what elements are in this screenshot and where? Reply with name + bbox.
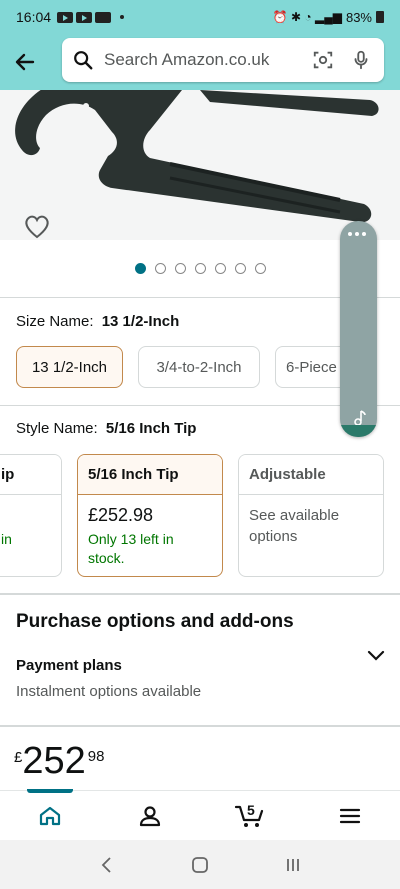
style-card-note: See available options [249,507,340,545]
style-card-partial[interactable]: ip in [0,454,62,577]
style-card-title: Adjustable [239,455,383,495]
purchase-options-heading: Purchase options and add-ons [16,611,294,632]
size-option-label: 6-Piece [286,358,337,376]
carousel-dot[interactable] [215,263,226,274]
signal-icons: ⏰ ✱ ◔ ▂▄▆ [272,10,342,24]
carousel-dot[interactable] [175,263,186,274]
style-card-price: £252.98 [88,505,154,525]
carousel-dot[interactable] [195,263,206,274]
price-fraction: 98 [87,748,105,765]
image-carousel-indicator[interactable] [135,263,266,274]
payment-plans-subtitle: Instalment options available [16,683,202,700]
youtube-icon [57,11,74,23]
floating-media-widget[interactable] [340,221,377,437]
style-card-title: ip [0,455,61,495]
divider [0,593,400,595]
camera-scan-icon [313,51,333,69]
status-time: 16:04 [16,9,52,25]
bottom-navigation: 5 [0,789,400,841]
nav-active-indicator [27,789,73,793]
carousel-dot[interactable] [135,263,146,274]
style-options: ip in 5/16 Inch Tip £252.98 Only 13 left… [0,454,400,579]
style-card-stock: in [1,531,12,547]
gallery-icon [95,11,112,23]
home-icon [39,806,61,826]
size-option-13-1-2-inch[interactable]: 13 1/2-Inch [16,346,123,388]
size-option-label: 13 1/2-Inch [31,358,108,376]
search-bar[interactable]: Search Amazon.co.uk [62,38,384,82]
search-input[interactable]: Search Amazon.co.uk [104,50,298,70]
size-value-text: 13 1/2-Inch [101,313,180,330]
android-navigation-bar [0,840,400,889]
price-currency: £ [14,749,23,766]
style-value-text: 5/16 Inch Tip [105,420,197,437]
nav-account[interactable] [100,791,200,841]
status-bar: 16:04 ⏰ ✱ ◔ ▂▄▆ 83% [0,0,400,34]
product-image[interactable] [0,90,400,240]
style-card-adjustable[interactable]: Adjustable See available options [238,454,384,577]
battery-icon [376,11,384,23]
carousel-dot[interactable] [155,263,166,274]
voice-search-button[interactable] [348,47,374,73]
recents-gesture-icon[interactable] [283,855,303,875]
wishlist-heart-icon[interactable] [24,215,50,239]
cart-count-badge: 5 [247,802,255,818]
style-card-title: 5/16 Inch Tip [78,455,222,495]
home-gesture-icon[interactable] [190,855,210,875]
more-options-icon[interactable] [348,232,366,236]
price-whole: 252 [22,740,86,782]
payment-plans-title[interactable]: Payment plans [16,657,122,674]
widget-bottom-band [340,425,377,437]
back-button[interactable] [2,39,48,85]
size-option-3-4-to-2-inch[interactable]: 3/4-to-2-Inch [138,346,260,388]
nav-menu[interactable] [300,791,400,841]
style-card-5-16-inch-tip[interactable]: 5/16 Inch Tip £252.98 Only 13 left in st… [77,454,223,577]
nav-cart[interactable]: 5 [200,791,300,841]
divider [0,725,400,727]
hook-spanner-image [15,90,379,223]
youtube-icon [76,11,93,23]
carousel-dot[interactable] [255,263,266,274]
search-icon [74,51,93,70]
carousel-dot[interactable] [235,263,246,274]
account-icon [139,806,161,827]
hamburger-menu-icon [339,808,361,824]
nav-home[interactable] [0,789,100,841]
chevron-down-icon[interactable] [366,648,386,664]
style-card-stock: Only 13 left in stock. [88,531,174,566]
system-icons: ⏰ ✱ ◔ ▂▄▆ 83% [273,10,384,25]
price-display: £ 252 98 [14,740,104,782]
microphone-icon [354,50,368,70]
style-name-label: Style Name: 5/16 Inch Tip [16,420,196,437]
battery-percent: 83% [345,9,372,25]
notification-icons [57,11,125,23]
style-label-text: Style Name: [16,420,98,437]
size-name-label: Size Name: 13 1/2-Inch [16,313,179,330]
size-label-text: Size Name: [16,313,94,330]
back-arrow-icon [15,53,35,71]
more-notifications-icon [120,15,125,19]
search-header: Search Amazon.co.uk [0,34,400,90]
back-gesture-icon[interactable] [97,855,117,875]
camera-search-button[interactable] [310,47,336,73]
size-option-label: 3/4-to-2-Inch [156,358,242,376]
